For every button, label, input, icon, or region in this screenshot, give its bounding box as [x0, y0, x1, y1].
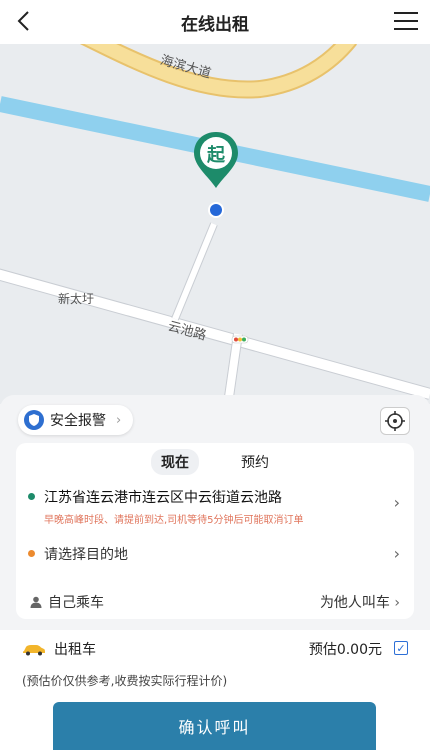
origin-hint: 早晚高峰时段、请提前到达,司机等待5分钟后可能取消订单 [44, 515, 304, 526]
crosshair-icon [385, 411, 405, 431]
tab-reserve[interactable]: 预约 [231, 449, 279, 475]
chevron-right-icon: › [393, 493, 400, 512]
destination-placeholder: 请选择目的地 [44, 547, 128, 563]
destination-dot-icon [28, 550, 35, 557]
chevron-right-icon: › [393, 544, 400, 563]
locate-me-button[interactable] [380, 407, 410, 435]
service-row[interactable]: 出租车 预估0.00元 ✓ [22, 639, 408, 659]
shield-icon [24, 410, 44, 430]
page-title: 在线出租 [181, 14, 249, 35]
menu-icon[interactable] [392, 9, 420, 33]
price-estimate: 预估0.00元 [308, 642, 382, 658]
safety-alarm-label: 安全报警 [50, 413, 106, 429]
trip-card: 现在 预约 江苏省连云港市连云区中云街道云池路 早晚高峰时段、请提前到达,司机等… [16, 443, 414, 619]
call-for-others-label: 为他人叫车 [319, 595, 390, 611]
chevron-right-icon: › [116, 412, 122, 428]
service-name: 出租车 [54, 642, 96, 658]
destination-row[interactable]: 请选择目的地 › [16, 543, 414, 569]
back-arrow-icon[interactable] [12, 8, 38, 34]
map-roads [0, 44, 430, 404]
taxi-icon [23, 645, 45, 656]
rider-row: 自己乘车 为他人叫车 › [16, 590, 414, 612]
order-footer: 出租车 预估0.00元 ✓ (预估价仅供参考,收费按实际行程计价) 确认呼叫 [0, 630, 430, 750]
price-note: (预估价仅供参考,收费按实际行程计价) [22, 674, 228, 688]
origin-row[interactable]: 江苏省连云港市连云区中云街道云池路 早晚高峰时段、请提前到达,司机等待5分钟后可… [16, 485, 414, 527]
origin-address: 江苏省连云港市连云区中云街道云池路 [44, 490, 282, 506]
rider-self-label: 自己乘车 [48, 595, 104, 611]
call-for-others-button[interactable]: 为他人叫车 › [320, 592, 400, 612]
service-checkbox[interactable]: ✓ [394, 641, 408, 655]
confirm-call-button[interactable]: 确认呼叫 [53, 702, 376, 750]
person-icon [30, 596, 42, 608]
pin-label: 起 [207, 145, 225, 166]
top-bar: 在线出租 [0, 0, 430, 44]
chevron-right-icon: › [394, 595, 400, 611]
tab-now[interactable]: 现在 [151, 449, 199, 475]
safety-alarm-button[interactable]: 安全报警 › [18, 405, 134, 435]
map-label-xintai: 新太圩 [58, 292, 95, 306]
origin-dot-icon [28, 493, 35, 500]
time-tabs: 现在 预约 [16, 449, 414, 475]
rider-self-button[interactable]: 自己乘车 [30, 592, 104, 612]
map-view[interactable]: 海滨大道 新太圩 云池路 [0, 44, 430, 404]
